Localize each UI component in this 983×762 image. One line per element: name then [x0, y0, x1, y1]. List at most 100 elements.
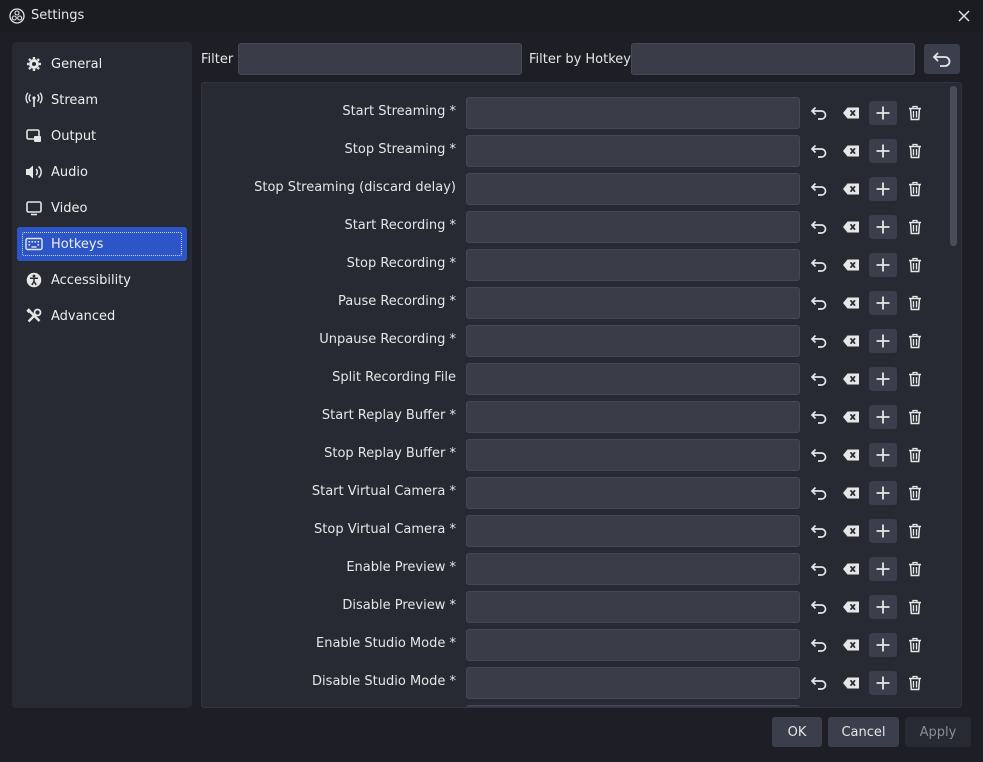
- close-button[interactable]: [953, 5, 975, 27]
- add-hotkey-button[interactable]: [869, 519, 897, 543]
- clear-hotkey-button[interactable]: [837, 291, 865, 315]
- add-hotkey-button[interactable]: [869, 101, 897, 125]
- clear-hotkey-button[interactable]: [837, 215, 865, 239]
- hotkey-field[interactable]: [466, 591, 800, 623]
- revert-hotkey-button[interactable]: [805, 633, 833, 657]
- hotkey-field[interactable]: [466, 211, 800, 243]
- clear-hotkey-button[interactable]: [837, 367, 865, 391]
- revert-hotkey-button[interactable]: [805, 595, 833, 619]
- clear-hotkey-button[interactable]: [837, 633, 865, 657]
- revert-hotkey-button[interactable]: [805, 367, 833, 391]
- revert-hotkey-button[interactable]: [805, 405, 833, 429]
- add-hotkey-button[interactable]: [869, 367, 897, 391]
- sidebar-item-output[interactable]: Output: [17, 119, 187, 153]
- revert-hotkey-button[interactable]: [805, 215, 833, 239]
- clear-hotkey-button[interactable]: [837, 329, 865, 353]
- revert-hotkey-button[interactable]: [805, 253, 833, 277]
- hotkey-field[interactable]: [466, 477, 800, 509]
- scrollbar[interactable]: [947, 85, 959, 705]
- remove-hotkey-button[interactable]: [901, 177, 929, 201]
- revert-hotkey-button[interactable]: [805, 557, 833, 581]
- remove-hotkey-button[interactable]: [901, 443, 929, 467]
- clear-hotkey-button[interactable]: [837, 101, 865, 125]
- sidebar-item-video[interactable]: Video: [17, 191, 187, 225]
- add-hotkey-button[interactable]: [869, 329, 897, 353]
- hotkey-field[interactable]: [466, 515, 800, 547]
- add-hotkey-button[interactable]: [869, 443, 897, 467]
- reset-filter-button[interactable]: [924, 44, 960, 74]
- revert-hotkey-button[interactable]: [805, 329, 833, 353]
- remove-hotkey-button[interactable]: [901, 405, 929, 429]
- revert-hotkey-button[interactable]: [805, 101, 833, 125]
- hotkey-field[interactable]: [466, 249, 800, 281]
- add-hotkey-button[interactable]: [869, 215, 897, 239]
- add-hotkey-button[interactable]: [869, 595, 897, 619]
- remove-hotkey-button[interactable]: [901, 595, 929, 619]
- clear-hotkey-button[interactable]: [837, 405, 865, 429]
- add-hotkey-button[interactable]: [869, 405, 897, 429]
- clear-hotkey-button[interactable]: [837, 595, 865, 619]
- revert-hotkey-button[interactable]: [805, 671, 833, 695]
- hotkey-field[interactable]: [466, 667, 800, 699]
- revert-hotkey-button[interactable]: [805, 139, 833, 163]
- revert-hotkey-button[interactable]: [805, 443, 833, 467]
- add-hotkey-button[interactable]: [869, 177, 897, 201]
- clear-hotkey-button[interactable]: [837, 139, 865, 163]
- clear-hotkey-button[interactable]: [837, 481, 865, 505]
- ok-button[interactable]: OK: [772, 717, 822, 747]
- hotkey-field[interactable]: [466, 705, 800, 707]
- revert-hotkey-button[interactable]: [805, 177, 833, 201]
- remove-hotkey-button[interactable]: [901, 253, 929, 277]
- remove-hotkey-button[interactable]: [901, 519, 929, 543]
- hotkey-field[interactable]: [466, 135, 800, 167]
- clear-hotkey-button[interactable]: [837, 557, 865, 581]
- hotkey-field[interactable]: [466, 173, 800, 205]
- clear-hotkey-button[interactable]: [837, 443, 865, 467]
- hotkey-field[interactable]: [466, 439, 800, 471]
- revert-hotkey-button[interactable]: [805, 291, 833, 315]
- revert-hotkey-button[interactable]: [805, 481, 833, 505]
- remove-hotkey-button[interactable]: [901, 633, 929, 657]
- add-hotkey-button[interactable]: [869, 291, 897, 315]
- hotkey-field[interactable]: [466, 325, 800, 357]
- remove-hotkey-button[interactable]: [901, 215, 929, 239]
- remove-hotkey-button[interactable]: [901, 101, 929, 125]
- remove-hotkey-button[interactable]: [901, 367, 929, 391]
- clear-hotkey-button[interactable]: [837, 671, 865, 695]
- clear-hotkey-button[interactable]: [837, 519, 865, 543]
- sidebar-item-advanced[interactable]: Advanced: [17, 299, 187, 333]
- scrollbar-thumb[interactable]: [950, 86, 957, 246]
- hotkey-field[interactable]: [466, 553, 800, 585]
- remove-hotkey-button[interactable]: [901, 291, 929, 315]
- add-hotkey-button[interactable]: [869, 671, 897, 695]
- sidebar-item-audio[interactable]: Audio: [17, 155, 187, 189]
- remove-hotkey-button[interactable]: [901, 139, 929, 163]
- hotkey-field[interactable]: [466, 629, 800, 661]
- hotkey-field[interactable]: [466, 401, 800, 433]
- sidebar-item-stream[interactable]: Stream: [17, 83, 187, 117]
- filter-input[interactable]: [238, 43, 522, 75]
- remove-hotkey-button[interactable]: [901, 481, 929, 505]
- add-hotkey-button[interactable]: [869, 557, 897, 581]
- hotkey-field[interactable]: [466, 287, 800, 319]
- remove-hotkey-button[interactable]: [901, 671, 929, 695]
- clear-hotkey-button[interactable]: [837, 177, 865, 201]
- revert-hotkey-button[interactable]: [805, 519, 833, 543]
- remove-hotkey-button[interactable]: [901, 557, 929, 581]
- sidebar-item-general[interactable]: General: [17, 47, 187, 81]
- remove-hotkey-button[interactable]: [901, 329, 929, 353]
- hotkey-row: Enable Studio Mode *: [202, 626, 942, 664]
- add-hotkey-button[interactable]: [869, 633, 897, 657]
- sidebar-item-accessibility[interactable]: Accessibility: [17, 263, 187, 297]
- add-hotkey-button[interactable]: [869, 253, 897, 277]
- add-hotkey-button[interactable]: [869, 481, 897, 505]
- add-hotkey-button[interactable]: [869, 139, 897, 163]
- cancel-button[interactable]: Cancel: [828, 717, 899, 747]
- sidebar-item-hotkeys[interactable]: Hotkeys: [17, 227, 187, 261]
- apply-button[interactable]: Apply: [905, 717, 971, 747]
- clear-hotkey-button[interactable]: [837, 253, 865, 277]
- hotkey-field[interactable]: [466, 97, 800, 129]
- hotkey-field[interactable]: [466, 363, 800, 395]
- sidebar-item-label: Advanced: [51, 308, 116, 324]
- filter-by-hotkey-input[interactable]: [631, 43, 915, 75]
